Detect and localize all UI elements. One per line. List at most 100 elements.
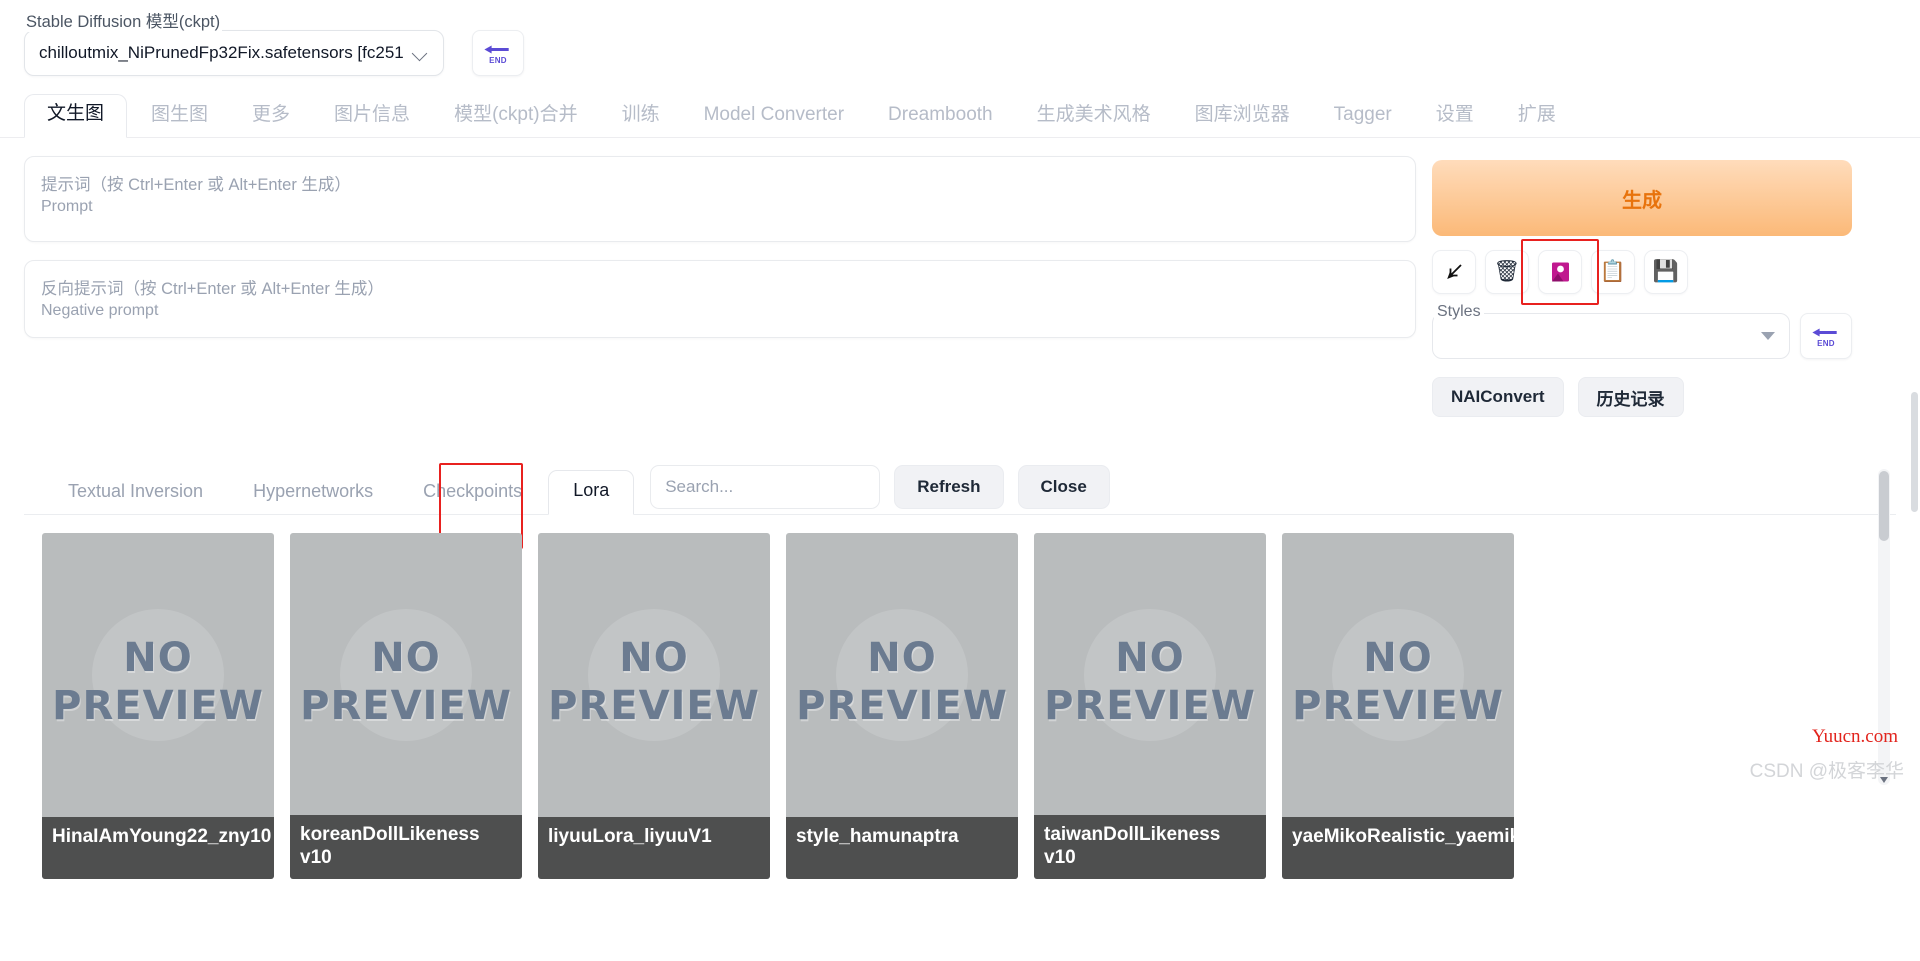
history-button[interactable]: 历史记录	[1577, 377, 1684, 417]
tab-label: 图库浏览器	[1194, 104, 1290, 126]
negative-prompt-placeholder-en: Negative prompt	[41, 302, 159, 319]
styles-dropdown[interactable]	[1432, 313, 1790, 359]
model-select[interactable]: chilloutmix_NiPrunedFp32Fix.safetensors …	[24, 30, 444, 76]
lora-card-grid: NO PREVIEW HinaIAmYoung22_zny10 NO PREVI…	[24, 469, 1896, 879]
close-label: Close	[1040, 477, 1087, 496]
tab-label: 扩展	[1517, 104, 1556, 126]
styles-label: Styles	[1434, 303, 1484, 321]
no-preview-line2: PREVIEW	[300, 683, 512, 729]
main-tab-strip: 文生图 图生图 更多 图片信息 模型(ckpt)合并 训练 Model Conv…	[0, 94, 1920, 138]
extra-networks-icon-button[interactable]	[1538, 250, 1582, 294]
naiconvert-button[interactable]: NAIConvert	[1432, 377, 1564, 417]
lora-card[interactable]: NO PREVIEW yaeMikoRealistic_yaemikoMixed	[1282, 533, 1514, 879]
no-preview-placeholder: NO PREVIEW	[538, 609, 770, 741]
tab-label: Model Converter	[703, 104, 845, 126]
apply-style-button[interactable]: END	[1800, 313, 1852, 359]
lora-card-label: taiwanDollLikeness v10	[1034, 814, 1266, 879]
styles-row: Styles END	[1432, 303, 1852, 359]
en-tab-textual-inversion[interactable]: Textual Inversion	[44, 473, 227, 514]
chevron-down-icon	[1761, 332, 1775, 340]
watermark-secondary: CSDN @极客李华	[1749, 761, 1904, 782]
trash-icon-button[interactable]: 🗑	[1485, 250, 1529, 294]
model-selector-field: Stable Diffusion 模型(ckpt) chilloutmix_Ni…	[24, 8, 444, 76]
arrow-left-icon	[1812, 328, 1837, 337]
refresh-model-button[interactable]: END	[472, 30, 524, 76]
refresh-button[interactable]: Refresh	[894, 465, 1004, 509]
tab-label: 图片信息	[334, 104, 411, 126]
tab-create-art-style[interactable]: 生成美术风格	[1017, 98, 1171, 137]
tab-dreambooth[interactable]: Dreambooth	[868, 98, 1013, 137]
no-preview-line2: PREVIEW	[52, 683, 264, 729]
no-preview-placeholder: NO PREVIEW	[786, 609, 1018, 741]
generate-button[interactable]: 生成	[1432, 160, 1852, 236]
no-preview-line1: NO	[1115, 635, 1185, 681]
no-preview-line2: PREVIEW	[796, 683, 1008, 729]
end-label: END	[1817, 339, 1835, 348]
arrow-down-left-icon-button[interactable]	[1432, 250, 1476, 294]
model-toolbar: Stable Diffusion 模型(ckpt) chilloutmix_Ni…	[0, 0, 1920, 96]
no-preview-line2: PREVIEW	[1292, 683, 1504, 729]
no-preview-line1: NO	[619, 635, 689, 681]
tab-label: 更多	[252, 104, 291, 126]
tab-settings[interactable]: 设置	[1416, 98, 1494, 137]
lora-card[interactable]: NO PREVIEW liyuuLora_liyuuV1	[538, 533, 770, 879]
tab-label: 文生图	[47, 103, 105, 125]
no-preview-line1: NO	[123, 635, 193, 681]
page-scrollbar[interactable]	[1911, 392, 1918, 512]
stable-diffusion-webui: Stable Diffusion 模型(ckpt) chilloutmix_Ni…	[0, 0, 1920, 961]
clipboard-icon-button[interactable]: 📋	[1591, 250, 1635, 294]
no-preview-placeholder: NO PREVIEW	[290, 609, 522, 741]
lora-card[interactable]: NO PREVIEW koreanDollLikeness v10	[290, 533, 522, 879]
tab-label: 模型(ckpt)合并	[454, 104, 578, 126]
prompt-column: 提示词（按 Ctrl+Enter 或 Alt+Enter 生成） Prompt …	[24, 156, 1416, 417]
naiconvert-label: NAIConvert	[1451, 387, 1545, 406]
tab-label: 训练	[621, 104, 660, 126]
tab-label: 设置	[1435, 104, 1474, 126]
lora-card-label: yaeMikoRealistic_yaemikoMixed	[1282, 817, 1514, 879]
styles-field: Styles	[1432, 303, 1790, 359]
scrollbar-thumb[interactable]	[1879, 471, 1889, 541]
history-label: 历史记录	[1596, 389, 1665, 409]
lora-card-label: HinaIAmYoung22_zny10	[42, 817, 274, 879]
tab-model-converter[interactable]: Model Converter	[684, 98, 864, 137]
arrow-left-end-icon: END	[1811, 325, 1841, 348]
lora-card-label: style_hamunaptra	[786, 817, 1018, 879]
generate-button-label: 生成	[1622, 189, 1662, 212]
extra-networks-icon	[1551, 262, 1569, 282]
lora-card-label: koreanDollLikeness v10	[290, 814, 522, 879]
close-button[interactable]: Close	[1017, 465, 1110, 509]
en-tab-label: Lora	[573, 480, 610, 500]
txt2img-panel: 提示词（按 Ctrl+Enter 或 Alt+Enter 生成） Prompt …	[0, 138, 1920, 417]
tab-image-browser[interactable]: 图库浏览器	[1175, 98, 1310, 137]
lora-card[interactable]: NO PREVIEW style_hamunaptra	[786, 533, 1018, 879]
en-tab-hypernetworks[interactable]: Hypernetworks	[229, 473, 397, 514]
tab-png-info[interactable]: 图片信息	[314, 98, 430, 137]
prompt-placeholder-en: Prompt	[41, 198, 93, 215]
refresh-label: Refresh	[917, 477, 981, 496]
chevron-down-icon	[413, 45, 429, 61]
search-input[interactable]: Search...	[650, 465, 881, 509]
tab-label: 图生图	[151, 104, 209, 126]
tab-checkpoint-merger[interactable]: 模型(ckpt)合并	[434, 98, 598, 137]
lora-card[interactable]: NO PREVIEW taiwanDollLikeness v10	[1034, 533, 1266, 879]
prompt-input[interactable]: 提示词（按 Ctrl+Enter 或 Alt+Enter 生成） Prompt	[24, 156, 1416, 242]
arrow-down-left-icon	[1447, 264, 1462, 279]
tab-extensions[interactable]: 扩展	[1498, 98, 1576, 137]
negative-prompt-input[interactable]: 反向提示词（按 Ctrl+Enter 或 Alt+Enter 生成） Negat…	[24, 260, 1416, 338]
en-tab-lora[interactable]: Lora	[548, 470, 635, 515]
tab-label: 生成美术风格	[1036, 104, 1151, 126]
no-preview-placeholder: NO PREVIEW	[42, 609, 274, 741]
en-tab-checkpoints[interactable]: Checkpoints	[399, 473, 546, 514]
tab-img2img[interactable]: 图生图	[131, 98, 228, 137]
save-floppy-icon-button[interactable]: 💾	[1644, 250, 1688, 294]
no-preview-placeholder: NO PREVIEW	[1034, 609, 1266, 741]
tab-tagger[interactable]: Tagger	[1314, 98, 1412, 137]
en-tab-label: Hypernetworks	[253, 481, 374, 501]
prompt-tools-row: 🗑 📋 💾	[1432, 239, 1852, 305]
tab-txt2img[interactable]: 文生图	[24, 94, 128, 138]
no-preview-line1: NO	[371, 635, 441, 681]
tab-train[interactable]: 训练	[602, 98, 680, 137]
save-floppy-icon: 💾	[1652, 260, 1680, 283]
tab-more[interactable]: 更多	[232, 98, 310, 137]
lora-card[interactable]: NO PREVIEW HinaIAmYoung22_zny10	[42, 533, 274, 879]
